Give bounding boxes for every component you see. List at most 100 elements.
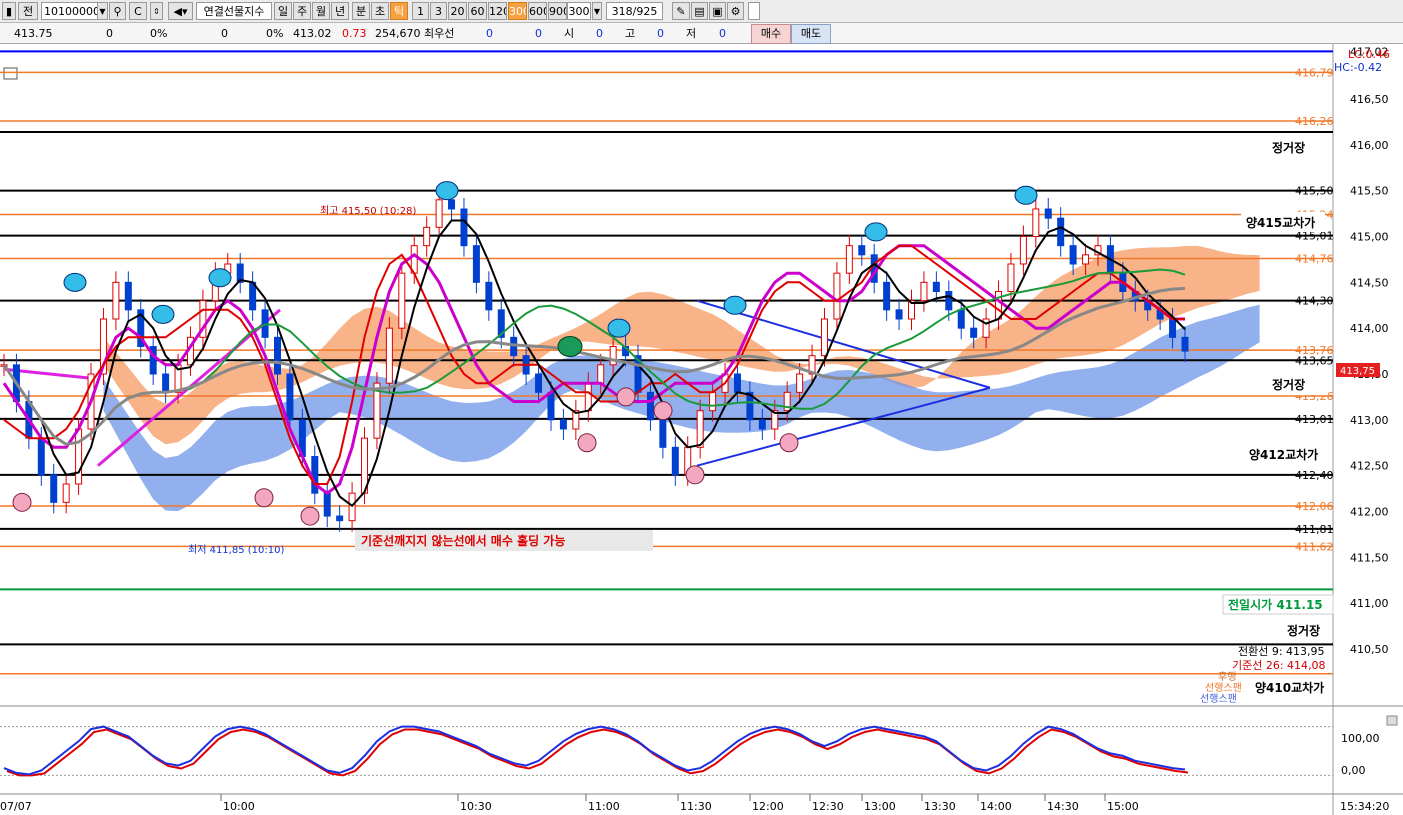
- candle-body-61: [758, 419, 766, 430]
- price-axis: [1333, 44, 1403, 815]
- interval-input[interactable]: 300: [567, 2, 591, 20]
- candle-body-85: [1057, 217, 1065, 247]
- save-icon[interactable]: ▣: [709, 2, 726, 20]
- x-tick-11: 15:00: [1107, 800, 1139, 813]
- top-marker-7: [1014, 185, 1038, 205]
- option-checkbox[interactable]: [748, 2, 760, 20]
- candle-body-94: [1169, 318, 1177, 338]
- lagging-label: 후행: [1218, 671, 1236, 683]
- interval-3[interactable]: 3: [430, 2, 447, 20]
- search-icon[interactable]: ⚲: [109, 2, 126, 20]
- interval-300[interactable]: 300: [508, 2, 527, 20]
- symbol-name[interactable]: 연결선물지수: [196, 2, 272, 20]
- candle-body-59: [733, 373, 741, 393]
- period-minute[interactable]: 분: [352, 2, 370, 20]
- orange-level-o8: 411,62: [1295, 540, 1334, 553]
- candle-body-53: [659, 419, 667, 448]
- x-tick-4: 11:30: [680, 800, 712, 813]
- candle-body-74: [920, 281, 928, 302]
- orange-level-o7: 412,06: [1295, 500, 1334, 513]
- c-button-icon[interactable]: C: [129, 2, 147, 20]
- y-tick-9: 412,50: [1350, 460, 1389, 473]
- sell-button[interactable]: 매도: [791, 24, 831, 44]
- period-tick[interactable]: 틱: [390, 2, 408, 20]
- y-tick-8: 413,00: [1350, 414, 1389, 427]
- bottom-marker-4: [653, 401, 673, 421]
- interval-600[interactable]: 600: [528, 2, 547, 20]
- candle-body-54: [671, 446, 679, 476]
- period-month[interactable]: 월: [312, 2, 330, 20]
- candle-body-48: [597, 364, 605, 384]
- code-input[interactable]: 10100000: [41, 2, 98, 20]
- orange-level-o2: 416,26: [1295, 115, 1334, 128]
- top-marker-2: [208, 268, 232, 288]
- strategy-note: 기준선깨지지 않는선에서 매수 홀딩 가능: [361, 533, 565, 548]
- spin-icon[interactable]: ⇕: [150, 2, 163, 20]
- chart-menu-icon[interactable]: ▮: [2, 2, 16, 20]
- x-tick-8: 13:30: [924, 800, 956, 813]
- interval-1[interactable]: 1: [412, 2, 429, 20]
- candle-body-81: [1007, 263, 1015, 292]
- bottom-marker-1: [300, 506, 320, 526]
- chart-toolbar: ▮ 전 10100000 ▼ ⚲ C ⇕ ◀▾ 연결선물지수 일 주 월 년 분…: [0, 0, 1403, 23]
- orange-level-o1: 416,79: [1295, 66, 1334, 79]
- low-label: 저: [686, 27, 697, 40]
- buy-button[interactable]: 매수: [751, 24, 791, 44]
- chart-icon[interactable]: ▤: [691, 2, 708, 20]
- pane-minimize-icon[interactable]: [1386, 715, 1398, 726]
- tools-icon[interactable]: ✎: [672, 2, 690, 20]
- green-marker: [557, 336, 583, 357]
- last-price: 413.02: [293, 27, 332, 40]
- candle-body-36: [448, 199, 456, 210]
- candle-body-83: [1032, 208, 1040, 237]
- high-label: 고: [625, 27, 636, 40]
- low-value: 0: [719, 27, 726, 40]
- interval-20[interactable]: 20: [448, 2, 467, 20]
- period-week[interactable]: 주: [293, 2, 311, 20]
- interval-chevron-icon[interactable]: ▼: [592, 2, 602, 20]
- conversion-line-label: 전환선 9: 413,95: [1238, 645, 1325, 658]
- black-level-b7: 413,65: [1295, 354, 1334, 367]
- x-tick-2: 10:30: [460, 800, 492, 813]
- candle-body-23: [286, 373, 294, 421]
- interval-120[interactable]: 120: [488, 2, 507, 20]
- period-year[interactable]: 년: [331, 2, 349, 20]
- pct-1: 0%: [150, 27, 168, 40]
- candle-body-75: [932, 281, 940, 292]
- interval-60[interactable]: 60: [468, 2, 487, 20]
- bottom-marker-7: [12, 492, 32, 512]
- black-level-b5: 412,40: [1295, 469, 1334, 482]
- candle-body-37: [460, 208, 468, 247]
- y-tick-3: 415,50: [1350, 185, 1389, 198]
- candle-body-45: [559, 419, 567, 430]
- qty-2: 0: [221, 27, 228, 40]
- x-tick-0: 07/07: [0, 800, 32, 813]
- volume: 254,670: [375, 27, 421, 40]
- candle-body-66: [820, 318, 828, 357]
- period-day[interactable]: 일: [274, 2, 292, 20]
- period-second[interactable]: 초: [371, 2, 389, 20]
- price-chart[interactable]: 417,02416,50416,00415,50415,00414,50414,…: [0, 44, 1403, 815]
- bottom-marker-2: [577, 433, 597, 453]
- prev-button[interactable]: 전: [18, 2, 38, 20]
- top-marker-3: [435, 181, 459, 201]
- gear-icon[interactable]: ⚙: [727, 2, 744, 20]
- y-tick-11: 411,50: [1350, 551, 1389, 564]
- chevron-down-icon[interactable]: ▼: [97, 2, 108, 20]
- candle-body-27: [336, 515, 344, 522]
- bar-count: 318/925: [606, 2, 663, 20]
- change-value: 0.73: [342, 27, 367, 40]
- open-value: 0: [596, 27, 603, 40]
- candle-body-35: [435, 199, 443, 228]
- candle-body-44: [547, 391, 555, 421]
- candle-body-43: [535, 373, 543, 393]
- candle-body-49: [609, 346, 617, 366]
- black-level-b1: 415,50: [1295, 185, 1334, 198]
- speaker-icon[interactable]: ◀▾: [168, 2, 193, 20]
- candle-body-22: [273, 336, 281, 375]
- interval-900[interactable]: 900: [548, 2, 567, 20]
- candle-body-9: [112, 281, 120, 320]
- best-v1: 0: [486, 27, 493, 40]
- high-note: 최고 415,50 (10:28): [320, 205, 416, 217]
- best-v2: 0: [535, 27, 542, 40]
